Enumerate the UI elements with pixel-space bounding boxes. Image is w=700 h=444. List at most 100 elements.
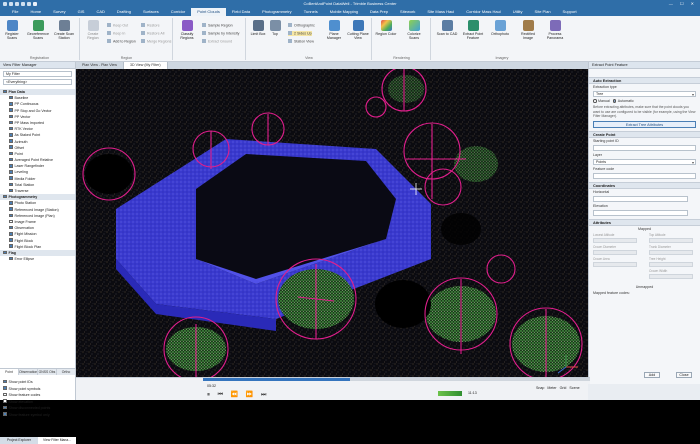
filter-scope-select[interactable]: <Everything> xyxy=(3,79,72,85)
menu-survey[interactable]: Survey xyxy=(47,8,71,16)
process-panorama-button[interactable]: Process Panorama xyxy=(544,20,566,40)
orthophoto-button[interactable]: Orthophoto xyxy=(489,20,511,36)
menu-home[interactable]: Home xyxy=(24,8,47,16)
add-to-region-button[interactable]: Add to Region xyxy=(107,39,136,44)
volume-slider[interactable] xyxy=(438,391,462,396)
menu-corridor[interactable]: Corridor xyxy=(165,8,191,16)
close-button[interactable]: Close xyxy=(676,372,692,378)
menu-mobile-mapping[interactable]: Mobile Mapping xyxy=(324,8,364,16)
attributes-section[interactable]: Attributes xyxy=(589,219,700,227)
automatic-radio[interactable] xyxy=(612,99,617,103)
cutting-plane-view-button[interactable]: Cutting Plane View xyxy=(347,20,369,40)
merge-regions-button[interactable]: Merge Regions xyxy=(141,39,171,44)
menu-point-clouds[interactable]: Point Clouds xyxy=(191,8,226,16)
tree-item[interactable]: Error Ellipse xyxy=(0,256,75,262)
attr-field[interactable] xyxy=(649,274,693,280)
checkbox[interactable] xyxy=(9,145,13,149)
checkbox[interactable] xyxy=(9,256,13,261)
georeference-scans-button[interactable]: Georeference Scans xyxy=(27,20,49,40)
menu-support[interactable]: Support xyxy=(557,8,583,16)
checkbox[interactable] xyxy=(9,139,13,143)
checkbox[interactable] xyxy=(9,244,13,248)
menu-field-data[interactable]: Field Data xyxy=(226,8,256,16)
tab-view-filter-manager[interactable]: View Filter Mana... xyxy=(38,437,76,444)
checkbox[interactable] xyxy=(9,176,13,180)
attr-field[interactable] xyxy=(593,250,637,256)
attr-field[interactable] xyxy=(593,238,637,244)
document-tab[interactable]: 3D View (My Filter) xyxy=(124,62,168,69)
checkbox[interactable] xyxy=(9,232,13,236)
extract-ground-button[interactable]: Extract Ground xyxy=(202,39,232,44)
checkbox[interactable] xyxy=(3,379,7,384)
checkbox[interactable] xyxy=(9,238,13,242)
checkbox[interactable] xyxy=(3,392,7,397)
station-view-button[interactable]: Station View xyxy=(288,39,314,44)
rectified-image-button[interactable]: Rectified Image xyxy=(517,20,539,40)
checkbox[interactable] xyxy=(9,120,13,125)
menu-utility[interactable]: Utility xyxy=(507,8,529,16)
orthographic-toggle[interactable]: Orthographic xyxy=(288,23,315,28)
menu-sitework[interactable]: Sitework xyxy=(394,8,421,16)
scan-to-cad-button[interactable]: Scan to CAD xyxy=(436,20,458,36)
checkbox[interactable] xyxy=(3,412,7,416)
menu-surfaces[interactable]: Surfaces xyxy=(137,8,165,16)
extract-tree-attributes-button[interactable]: Extract Tree Attributes xyxy=(593,121,696,129)
elevation-input[interactable] xyxy=(593,210,688,217)
open-icon[interactable] xyxy=(27,2,31,6)
3d-point-cloud-view[interactable] xyxy=(76,69,588,377)
keep-out-button[interactable]: Keep Out xyxy=(107,23,128,28)
top-view-button[interactable]: Top xyxy=(264,20,286,36)
region-color-button[interactable]: Region Color xyxy=(375,20,397,36)
checkbox[interactable] xyxy=(9,188,13,193)
attr-field[interactable] xyxy=(649,262,693,268)
tab-ortho[interactable]: Ortho xyxy=(57,369,76,375)
checkbox[interactable] xyxy=(9,133,13,137)
units-indicator[interactable]: Meter xyxy=(547,386,556,390)
checkbox[interactable] xyxy=(3,386,7,390)
checkbox[interactable] xyxy=(9,219,13,224)
auto-extraction-section[interactable]: Auto Extraction xyxy=(589,77,700,84)
checkbox[interactable] xyxy=(9,225,13,230)
undo-icon[interactable] xyxy=(15,2,19,6)
grid-toggle[interactable]: Grid xyxy=(560,386,567,390)
create-scan-station-button[interactable]: Create Scan Station xyxy=(53,20,75,40)
menu-tunnels[interactable]: Tunnels xyxy=(298,8,324,16)
restore-button[interactable]: Restore xyxy=(141,23,160,28)
feature-code-input[interactable] xyxy=(593,173,696,180)
menu-site-plan[interactable]: Site Plan xyxy=(529,8,557,16)
starting-point-id-input[interactable] xyxy=(593,145,696,152)
create-region-button[interactable]: Create Region xyxy=(82,20,104,40)
manual-radio[interactable] xyxy=(593,99,597,103)
horizontal-input[interactable] xyxy=(593,196,688,203)
checkbox[interactable] xyxy=(9,95,13,100)
attr-field[interactable] xyxy=(593,262,637,268)
classify-regions-button[interactable]: Classify Regions xyxy=(176,20,198,40)
checkbox[interactable] xyxy=(3,194,7,199)
filter-dropdown-icon[interactable] xyxy=(33,2,37,6)
checkbox[interactable] xyxy=(3,250,7,255)
filter-name-select[interactable]: My Filter xyxy=(3,71,72,77)
checkbox[interactable] xyxy=(9,157,13,162)
menu-corridor-mass-haul[interactable]: Corridor Mass Haul xyxy=(460,8,506,16)
restore-all-button[interactable]: Restore All xyxy=(141,31,164,36)
checkbox[interactable] xyxy=(9,170,13,174)
option-item[interactable]: Show feature symbol only xyxy=(0,412,76,419)
checkbox[interactable] xyxy=(9,164,13,168)
colorize-scans-button[interactable]: Colorize Scans xyxy=(403,20,425,40)
attr-field[interactable] xyxy=(649,238,693,244)
checkbox[interactable] xyxy=(9,102,13,106)
menu-file[interactable]: File xyxy=(6,8,24,16)
register-scans-button[interactable]: Register Scans xyxy=(1,20,23,40)
add-button[interactable]: Add xyxy=(644,372,660,378)
point-cloud-canvas[interactable] xyxy=(76,69,588,377)
checkbox[interactable] xyxy=(9,126,13,131)
snap-toggle[interactable]: Snap xyxy=(536,386,544,390)
save-icon[interactable] xyxy=(9,2,13,6)
attr-field[interactable] xyxy=(649,250,693,256)
coordinates-section[interactable]: Coordinates xyxy=(589,182,700,190)
redo-icon[interactable] xyxy=(21,2,25,6)
create-point-section[interactable]: Create Point xyxy=(589,131,700,139)
video-progress[interactable] xyxy=(203,378,590,381)
menu-cad[interactable]: CAD xyxy=(90,8,110,16)
checkbox[interactable] xyxy=(9,108,13,112)
